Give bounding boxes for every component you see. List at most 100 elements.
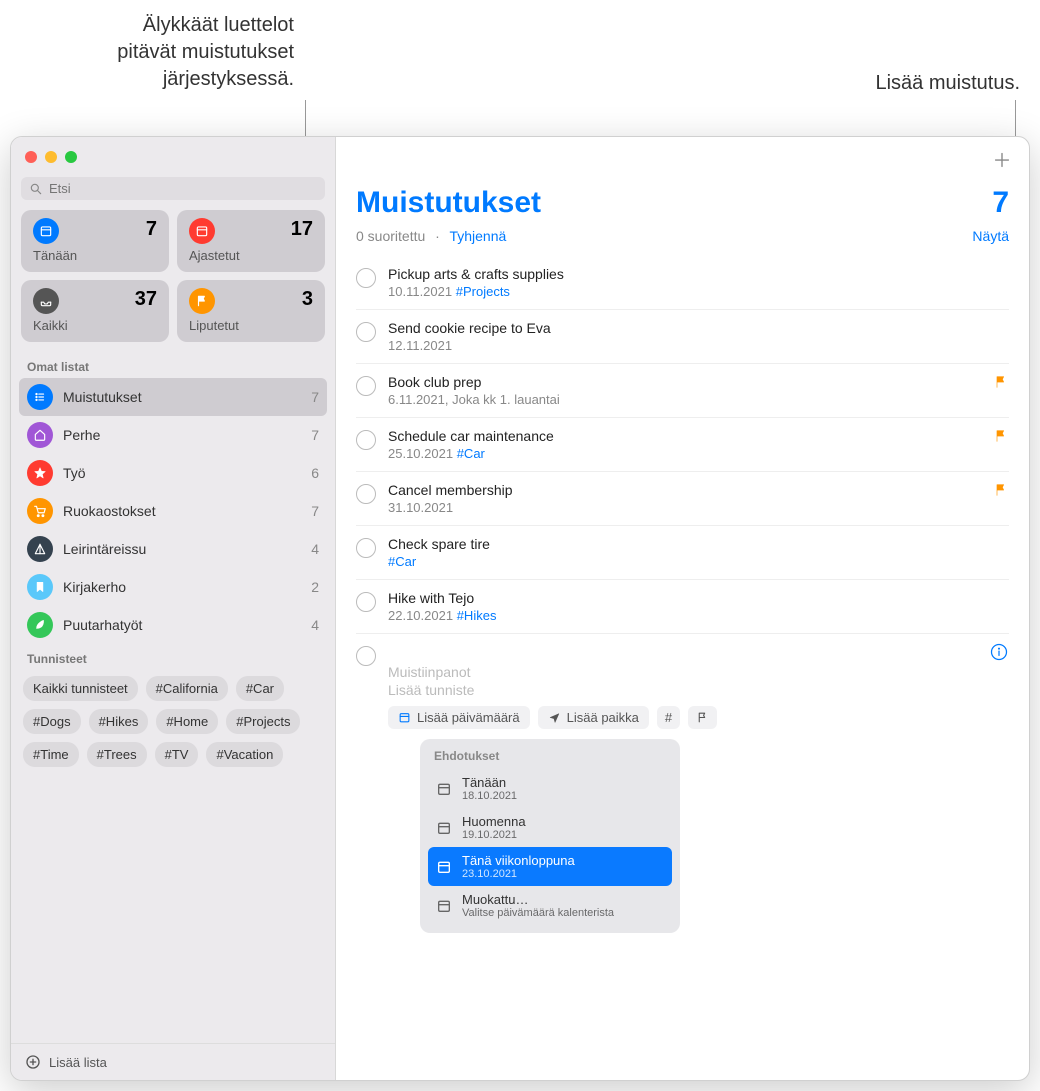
smart-flagged[interactable]: 3 Liputetut xyxy=(177,280,325,342)
sidebar: 7 Tänään 17 Ajastetut 37 Kaikki 3 Lipute… xyxy=(11,137,336,1080)
count: 3 xyxy=(302,288,313,311)
reminder-row[interactable]: Send cookie recipe to Eva 12.11.2021 xyxy=(356,310,1009,364)
notes-placeholder[interactable]: Muistiinpanot xyxy=(388,664,1009,680)
minimize-button[interactable] xyxy=(45,151,57,163)
add-location-button[interactable]: Lisää paikka xyxy=(538,706,649,729)
flag-icon xyxy=(189,288,215,314)
reminder-meta: 22.10.2021 #Hikes xyxy=(388,608,1009,623)
close-button[interactable] xyxy=(25,151,37,163)
completed-info: 0 suoritettu · Tyhjennä xyxy=(356,228,506,244)
reminder-meta: 12.11.2021 xyxy=(388,338,1009,353)
smart-today[interactable]: 7 Tänään xyxy=(21,210,169,272)
list-row-työ[interactable]: Työ 6 xyxy=(19,454,327,492)
add-list-button[interactable]: Lisää lista xyxy=(11,1043,335,1080)
tag-chip[interactable]: #Trees xyxy=(87,742,147,767)
add-tag-button[interactable]: # xyxy=(657,706,680,729)
reminder-title: Pickup arts & crafts supplies xyxy=(388,266,1009,282)
complete-toggle[interactable] xyxy=(356,592,376,612)
smart-scheduled[interactable]: 17 Ajastetut xyxy=(177,210,325,272)
reminder-title: Hike with Tejo xyxy=(388,590,1009,606)
complete-toggle[interactable] xyxy=(356,376,376,396)
calendar-icon xyxy=(33,218,59,244)
calendar-icon xyxy=(436,898,452,914)
list-name: Työ xyxy=(63,465,301,481)
reminder-meta: #Car xyxy=(388,554,1009,569)
tag-chip[interactable]: #TV xyxy=(155,742,199,767)
reminder-row[interactable]: Hike with Tejo 22.10.2021 #Hikes xyxy=(356,580,1009,634)
new-reminder-row[interactable]: Muistiinpanot Lisää tunniste Lisää päivä… xyxy=(356,634,1009,943)
list-count: 7 xyxy=(311,427,319,443)
list-row-ruokaostokset[interactable]: Ruokaostokset 7 xyxy=(19,492,327,530)
complete-toggle[interactable] xyxy=(356,538,376,558)
show-button[interactable]: Näytä xyxy=(972,228,1009,244)
label: Liputetut xyxy=(189,318,313,333)
list-count: 6 xyxy=(311,465,319,481)
calendar-icon xyxy=(436,859,452,875)
tray-icon xyxy=(33,288,59,314)
list-count: 4 xyxy=(311,541,319,557)
add-reminder-button[interactable] xyxy=(991,149,1013,174)
tag-chip[interactable]: #Dogs xyxy=(23,709,81,734)
tag-chip[interactable]: #Car xyxy=(236,676,284,701)
plus-circle-icon xyxy=(25,1054,41,1070)
search-input[interactable] xyxy=(49,181,317,196)
list-count: 4 xyxy=(311,617,319,633)
list-count: 2 xyxy=(311,579,319,595)
tag-chip[interactable]: #Vacation xyxy=(206,742,283,767)
complete-toggle[interactable] xyxy=(356,322,376,342)
reminder-meta: 25.10.2021 #Car xyxy=(388,446,1009,461)
list-count: 7 xyxy=(311,503,319,519)
reminder-title: Check spare tire xyxy=(388,536,1009,552)
tag-chip[interactable]: #Time xyxy=(23,742,79,767)
plus-icon xyxy=(991,149,1013,171)
suggestion-item[interactable]: Tänään18.10.2021 xyxy=(428,769,672,808)
complete-toggle[interactable] xyxy=(356,430,376,450)
list-row-muistutukset[interactable]: Muistutukset 7 xyxy=(19,378,327,416)
reminder-row[interactable]: Check spare tire #Car xyxy=(356,526,1009,580)
reminder-row[interactable]: Schedule car maintenance 25.10.2021 #Car xyxy=(356,418,1009,472)
leaf-icon xyxy=(27,612,53,638)
add-flag-button[interactable] xyxy=(688,706,717,729)
tags: Kaikki tunnisteet #California #Car #Dogs #Hi… xyxy=(11,670,335,773)
calendar-icon xyxy=(436,820,452,836)
tag-chip[interactable]: Kaikki tunnisteet xyxy=(23,676,138,701)
callout-smart-lists: Älykkäät luettelot pitävät muistutukset … xyxy=(34,12,294,93)
tag-chip[interactable]: #Projects xyxy=(226,709,300,734)
reminder-meta: 10.11.2021 #Projects xyxy=(388,284,1009,299)
add-list-label: Lisää lista xyxy=(49,1055,107,1070)
count: 17 xyxy=(291,218,313,241)
reminder-row[interactable]: Book club prep 6.11.2021, Joka kk 1. lau… xyxy=(356,364,1009,418)
reminder-title: Send cookie recipe to Eva xyxy=(388,320,1009,336)
tag-chip[interactable]: #Home xyxy=(156,709,218,734)
list-row-leirintäreissu[interactable]: Leirintäreissu 4 xyxy=(19,530,327,568)
window-controls xyxy=(11,137,335,171)
reminder-row[interactable]: Pickup arts & crafts supplies 10.11.2021… xyxy=(356,256,1009,310)
suggestion-item[interactable]: Huomenna19.10.2021 xyxy=(428,808,672,847)
list-row-perhe[interactable]: Perhe 7 xyxy=(19,416,327,454)
list-row-puutarhatyöt[interactable]: Puutarhatyöt 4 xyxy=(19,606,327,644)
section-tags: Tunnisteet xyxy=(11,644,335,670)
reminder-row[interactable]: Cancel membership 31.10.2021 xyxy=(356,472,1009,526)
clear-button[interactable]: Tyhjennä xyxy=(449,228,506,244)
suggestion-item[interactable]: Muokattu…Valitse päivämäärä kalenterista xyxy=(428,886,672,925)
flag-icon xyxy=(993,374,1009,395)
complete-toggle[interactable] xyxy=(356,268,376,288)
new-reminder-title-input[interactable] xyxy=(388,644,1009,660)
tag-chip[interactable]: #Hikes xyxy=(89,709,149,734)
label: Ajastetut xyxy=(189,248,313,263)
add-date-button[interactable]: Lisää päivämäärä xyxy=(388,706,530,729)
main-pane: Muistutukset 7 0 suoritettu · Tyhjennä N… xyxy=(336,137,1029,1080)
complete-toggle[interactable] xyxy=(356,484,376,504)
info-button[interactable] xyxy=(989,642,1009,665)
list-row-kirjakerho[interactable]: Kirjakerho 2 xyxy=(19,568,327,606)
maximize-button[interactable] xyxy=(65,151,77,163)
tag-chip[interactable]: #California xyxy=(146,676,228,701)
complete-toggle[interactable] xyxy=(356,646,376,666)
search-field[interactable] xyxy=(21,177,325,200)
smart-all[interactable]: 37 Kaikki xyxy=(21,280,169,342)
list-count: 7 xyxy=(311,389,319,405)
suggestion-item[interactable]: Tänä viikonloppuna23.10.2021 xyxy=(428,847,672,886)
flag-icon xyxy=(993,428,1009,449)
add-tag-placeholder[interactable]: Lisää tunniste xyxy=(388,682,1009,698)
label: Kaikki xyxy=(33,318,157,333)
